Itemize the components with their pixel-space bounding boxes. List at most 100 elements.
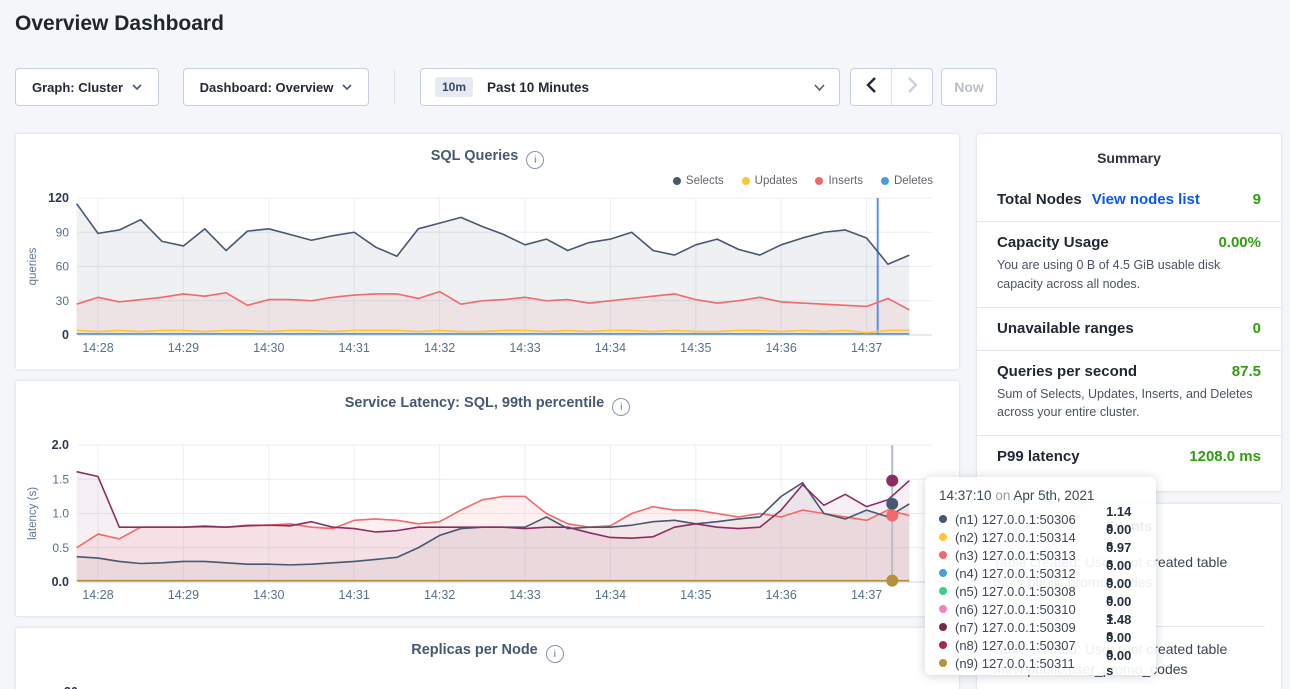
svg-text:14:29: 14:29: [168, 588, 199, 602]
node-dot-icon: [939, 587, 947, 595]
svg-text:14:30: 14:30: [253, 341, 284, 355]
svg-text:14:36: 14:36: [766, 588, 797, 602]
svg-text:120: 120: [48, 191, 69, 205]
dashboard-dropdown-label: Dashboard: Overview: [200, 80, 334, 95]
node-dot-icon: [939, 605, 947, 613]
svg-text:14:32: 14:32: [424, 588, 455, 602]
svg-text:60: 60: [56, 260, 70, 274]
graph-dropdown[interactable]: Graph: Cluster: [15, 68, 159, 106]
node-address: (n5) 127.0.0.1:50308: [955, 584, 1106, 599]
svg-text:0: 0: [62, 328, 69, 342]
summary-title: Summary: [977, 134, 1281, 179]
node-address: (n6) 127.0.0.1:50310: [955, 602, 1106, 617]
time-range-label: Past 10 Minutes: [487, 80, 814, 95]
node-dot-icon: [939, 641, 947, 649]
replicas-per-node-title: Replicas per Node i: [16, 642, 959, 663]
svg-text:14:30: 14:30: [253, 588, 284, 602]
capacity-usage-value: 0.00%: [1218, 234, 1261, 251]
tooltip-timestamp: 14:37:10 on Apr 5th, 2021: [939, 488, 1142, 503]
now-button-label: Now: [954, 79, 984, 95]
svg-text:14:35: 14:35: [680, 341, 711, 355]
svg-text:14:32: 14:32: [424, 341, 455, 355]
node-dot-icon: [939, 659, 947, 667]
unavailable-ranges-label: Unavailable ranges: [997, 320, 1134, 337]
svg-text:14:28: 14:28: [82, 588, 113, 602]
next-time-button[interactable]: [891, 69, 932, 105]
svg-text:queries: queries: [27, 247, 39, 285]
node-dot-icon: [939, 533, 947, 541]
total-nodes-value: 9: [1253, 191, 1261, 208]
summary-row-unavailable: Unavailable ranges 0: [977, 307, 1281, 350]
replicas-per-node-card: Replicas per Node i 30: [15, 627, 960, 689]
svg-text:2.0: 2.0: [52, 438, 69, 452]
chevron-down-icon: [132, 84, 142, 90]
svg-text:latency (s): latency (s): [27, 487, 39, 540]
svg-text:14:34: 14:34: [595, 341, 626, 355]
time-range-dropdown[interactable]: 10m Past 10 Minutes: [420, 68, 840, 106]
node-address: (n1) 127.0.0.1:50306: [955, 512, 1106, 527]
time-range-badge: 10m: [435, 77, 473, 97]
sql-queries-card: SQL Queriesi Selects Updates Inserts Del…: [15, 133, 960, 370]
svg-text:14:35: 14:35: [680, 588, 711, 602]
node-address: (n4) 127.0.0.1:50312: [955, 566, 1106, 581]
node-dot-icon: [939, 551, 947, 559]
prev-time-button[interactable]: [851, 69, 891, 105]
chart-hover-tooltip: 14:37:10 on Apr 5th, 2021 (n1) 127.0.0.1…: [925, 477, 1156, 675]
chevron-down-icon: [814, 78, 825, 96]
svg-text:1.0: 1.0: [52, 507, 69, 521]
node-address: (n7) 127.0.0.1:50309: [955, 620, 1106, 635]
graph-dropdown-label: Graph: Cluster: [32, 80, 123, 95]
unavailable-ranges-value: 0: [1253, 320, 1261, 337]
summary-row-p99: P99 latency 1208.0 ms: [977, 435, 1281, 478]
svg-text:14:37: 14:37: [851, 341, 882, 355]
view-nodes-list-link[interactable]: View nodes list: [1092, 191, 1200, 208]
svg-text:0.0: 0.0: [52, 575, 69, 589]
svg-text:1.5: 1.5: [52, 472, 69, 486]
sql-queries-plot[interactable]: 14:2814:2914:3014:3114:3214:3314:3414:35…: [16, 134, 961, 371]
service-latency-plot[interactable]: 14:28 14:29 14:30 14:31 14:32 14:33 14:34 14:35…: [16, 381, 961, 618]
qps-desc: Sum of Selects, Updates, Inserts, and De…: [997, 385, 1261, 423]
chevron-down-icon: [342, 84, 352, 90]
svg-text:30: 30: [56, 294, 70, 308]
time-step-buttons: [850, 68, 933, 106]
node-dot-icon: [939, 623, 947, 631]
toolbar-divider: [394, 70, 395, 104]
info-icon[interactable]: i: [546, 645, 564, 663]
tooltip-row-n9: (n9) 127.0.0.1:503110.00 s: [939, 654, 1142, 672]
p99-latency-value: 1208.0 ms: [1189, 448, 1261, 465]
p99-latency-label: P99 latency: [997, 448, 1080, 465]
node-address: (n2) 127.0.0.1:50314: [955, 530, 1106, 545]
svg-text:14:33: 14:33: [509, 341, 540, 355]
summary-row-qps: Queries per second 87.5 Sum of Selects, …: [977, 350, 1281, 436]
chevron-right-icon: [907, 77, 918, 98]
page-title: Overview Dashboard: [15, 12, 224, 36]
capacity-usage-label: Capacity Usage: [997, 234, 1109, 251]
svg-text:0.5: 0.5: [52, 541, 69, 555]
now-button[interactable]: Now: [941, 68, 997, 106]
dashboard-dropdown[interactable]: Dashboard: Overview: [183, 68, 369, 106]
chevron-left-icon: [866, 77, 877, 98]
tooltip-on: on: [995, 488, 1010, 503]
node-address: (n8) 127.0.0.1:50307: [955, 638, 1106, 653]
capacity-usage-desc: You are using 0 B of 4.5 GiB usable disk…: [997, 256, 1261, 294]
svg-text:14:28: 14:28: [82, 341, 113, 355]
node-address: (n3) 127.0.0.1:50313: [955, 548, 1106, 563]
qps-value: 87.5: [1232, 363, 1261, 380]
tooltip-time: 14:37:10: [939, 488, 992, 503]
summary-row-total-nodes: Total Nodes View nodes list 9: [977, 179, 1281, 221]
summary-panel: Summary Total Nodes View nodes list 9 Ca…: [976, 133, 1282, 492]
svg-text:14:31: 14:31: [339, 341, 370, 355]
svg-text:14:34: 14:34: [595, 588, 626, 602]
summary-row-capacity: Capacity Usage 0.00% You are using 0 B o…: [977, 221, 1281, 307]
qps-label: Queries per second: [997, 363, 1137, 380]
node-latency: 0.00 s: [1106, 648, 1142, 678]
svg-text:90: 90: [56, 225, 70, 239]
replicas-ytick-partial: 30: [64, 685, 78, 689]
overview-dashboard-page: Overview Dashboard Graph: Cluster Dashbo…: [0, 0, 1290, 689]
svg-text:14:37: 14:37: [851, 588, 882, 602]
service-latency-card: Service Latency: SQL, 99th percentilei 1…: [15, 380, 960, 617]
svg-text:14:31: 14:31: [339, 588, 370, 602]
node-dot-icon: [939, 515, 947, 523]
chart-title-text: Replicas per Node: [411, 642, 538, 658]
svg-text:14:33: 14:33: [509, 588, 540, 602]
